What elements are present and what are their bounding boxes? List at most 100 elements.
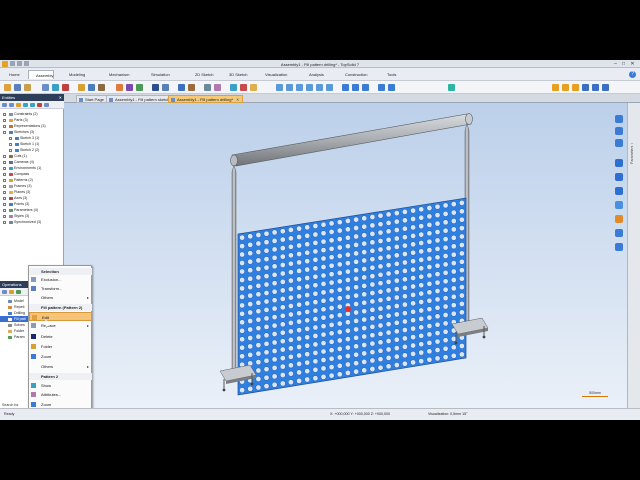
filter-icon[interactable] bbox=[2, 103, 7, 107]
menu-item-transform[interactable]: Transform... bbox=[29, 284, 92, 293]
pan-icon[interactable] bbox=[615, 115, 623, 123]
display-mode-icon[interactable] bbox=[615, 187, 623, 195]
view-cube-icon[interactable] bbox=[615, 159, 623, 167]
folder-icon[interactable] bbox=[16, 103, 21, 107]
visibility-checkbox[interactable] bbox=[9, 148, 12, 152]
doc-tab-fill-pattern-sketch[interactable]: Assembly1 - Fill pattern sketch* bbox=[106, 95, 176, 103]
environment-icon[interactable] bbox=[615, 229, 623, 237]
zoom-all-icon[interactable] bbox=[342, 84, 349, 91]
menu-item-replace[interactable]: Replace ▸ bbox=[29, 321, 92, 330]
camera-view-icon[interactable] bbox=[615, 243, 623, 251]
visibility-checkbox[interactable] bbox=[3, 202, 6, 206]
visibility-checkbox[interactable] bbox=[3, 172, 6, 176]
render-icon[interactable] bbox=[552, 84, 559, 91]
close-tab-icon[interactable]: ✕ bbox=[236, 97, 239, 102]
close-icon[interactable]: ✕ bbox=[59, 94, 62, 101]
visibility-checkbox[interactable] bbox=[9, 142, 12, 146]
plane-icon[interactable] bbox=[52, 84, 59, 91]
menu-item-exclusion[interactable]: Exclusion... bbox=[29, 275, 92, 284]
visibility-checkbox[interactable] bbox=[3, 130, 6, 134]
delete-icon[interactable] bbox=[37, 103, 42, 107]
zoom-icon[interactable] bbox=[615, 127, 623, 135]
repetition-icon[interactable] bbox=[88, 84, 95, 91]
tab-visualization[interactable]: Visualization bbox=[258, 70, 287, 79]
shape-icon[interactable] bbox=[136, 84, 143, 91]
include-part-icon[interactable] bbox=[4, 84, 11, 91]
material-icon[interactable] bbox=[562, 84, 569, 91]
rotate-view-icon[interactable] bbox=[362, 84, 369, 91]
visibility-checkbox[interactable] bbox=[3, 220, 6, 224]
standard-views-icon[interactable] bbox=[615, 173, 623, 181]
environment-icon[interactable] bbox=[230, 84, 237, 91]
constraint-icon[interactable] bbox=[24, 84, 31, 91]
style-icon[interactable] bbox=[214, 84, 221, 91]
appearance-icon[interactable] bbox=[615, 215, 623, 223]
visibility-checkbox[interactable] bbox=[3, 166, 6, 170]
tab-analysis[interactable]: Analysis bbox=[302, 70, 324, 79]
tab-modeling[interactable]: Modeling bbox=[62, 70, 85, 79]
explode-icon[interactable] bbox=[116, 84, 123, 91]
grid-icon[interactable] bbox=[582, 84, 589, 91]
mirror-icon[interactable] bbox=[126, 84, 133, 91]
measure-distance-icon[interactable] bbox=[448, 84, 455, 91]
tab-3d-sketch[interactable]: 3D Sketch bbox=[222, 70, 247, 79]
frame-icon[interactable] bbox=[42, 84, 49, 91]
tab-2d-sketch[interactable]: 2D Sketch bbox=[188, 70, 213, 79]
doc-tab-start-page[interactable]: Start Page bbox=[76, 95, 108, 103]
section-view-icon[interactable] bbox=[615, 201, 623, 209]
tab-tools[interactable]: Tools bbox=[380, 70, 396, 79]
tab-mechanism[interactable]: Mechanism bbox=[102, 70, 129, 79]
menu-item-others[interactable]: Others▸ bbox=[29, 362, 92, 371]
settings-icon[interactable] bbox=[44, 103, 49, 107]
lighting-icon[interactable] bbox=[572, 84, 579, 91]
visibility-checkbox[interactable] bbox=[3, 118, 6, 122]
doc-tab-fill-pattern-drilling[interactable]: Assembly1 - Fill pattern drilling* ✕ bbox=[168, 95, 244, 103]
visibility-checkbox[interactable] bbox=[3, 112, 6, 116]
visibility-checkbox[interactable] bbox=[3, 160, 6, 164]
view-side-icon[interactable] bbox=[296, 84, 303, 91]
drilling-icon[interactable] bbox=[98, 84, 105, 91]
visibility-checkbox[interactable] bbox=[3, 196, 6, 200]
shading-icon[interactable] bbox=[378, 84, 385, 91]
menu-item-show[interactable]: Show bbox=[29, 381, 92, 390]
tab-construction[interactable]: Construction bbox=[338, 70, 367, 79]
kinematic-icon[interactable] bbox=[152, 84, 159, 91]
help-icon[interactable]: ? bbox=[629, 71, 636, 78]
rebuild-icon[interactable] bbox=[16, 290, 21, 294]
menu-item-folder[interactable]: Folder bbox=[29, 342, 92, 351]
view-front-icon[interactable] bbox=[276, 84, 283, 91]
menu-item-edit[interactable]: Edit bbox=[29, 312, 92, 321]
parameters-tab-label[interactable]: Parameters ↑ bbox=[630, 143, 638, 164]
expand-icon[interactable] bbox=[9, 103, 14, 107]
view-bottom-icon[interactable] bbox=[326, 84, 333, 91]
menu-item-attributes[interactable]: Attributes... bbox=[29, 390, 92, 399]
collision-icon[interactable] bbox=[162, 84, 169, 91]
view-back-icon[interactable] bbox=[316, 84, 323, 91]
filter-icon[interactable] bbox=[2, 290, 7, 294]
visibility-checkbox[interactable] bbox=[9, 136, 12, 140]
tab-home[interactable]: Home bbox=[2, 70, 20, 79]
view-iso-icon[interactable] bbox=[306, 84, 313, 91]
pattern-icon[interactable] bbox=[78, 84, 85, 91]
wireframe-icon[interactable] bbox=[388, 84, 395, 91]
perspective-icon[interactable] bbox=[592, 84, 599, 91]
visibility-checkbox[interactable] bbox=[3, 184, 6, 188]
visibility-checkbox[interactable] bbox=[3, 124, 6, 128]
visibility-checkbox[interactable] bbox=[3, 154, 6, 158]
menu-item-delete[interactable]: Delete bbox=[29, 332, 92, 341]
rotate-icon[interactable] bbox=[615, 139, 623, 147]
cut-icon[interactable] bbox=[178, 84, 185, 91]
zoom-window-icon[interactable] bbox=[352, 84, 359, 91]
menu-item-others[interactable]: Others▸ bbox=[29, 293, 92, 302]
show-icon[interactable] bbox=[23, 103, 28, 107]
menu-item-zoom[interactable]: Zoom bbox=[29, 352, 92, 361]
insert-icon[interactable] bbox=[14, 84, 21, 91]
tab-simulation[interactable]: Simulation bbox=[144, 70, 170, 79]
section-icon[interactable] bbox=[188, 84, 195, 91]
maximize-button[interactable]: □ bbox=[620, 61, 627, 67]
right-side-panel[interactable]: Parameters ↑ bbox=[627, 103, 640, 408]
axis-icon[interactable] bbox=[62, 84, 69, 91]
minimize-button[interactable]: – bbox=[612, 61, 619, 67]
visibility-checkbox[interactable] bbox=[3, 190, 6, 194]
view-options-icon[interactable] bbox=[602, 84, 609, 91]
